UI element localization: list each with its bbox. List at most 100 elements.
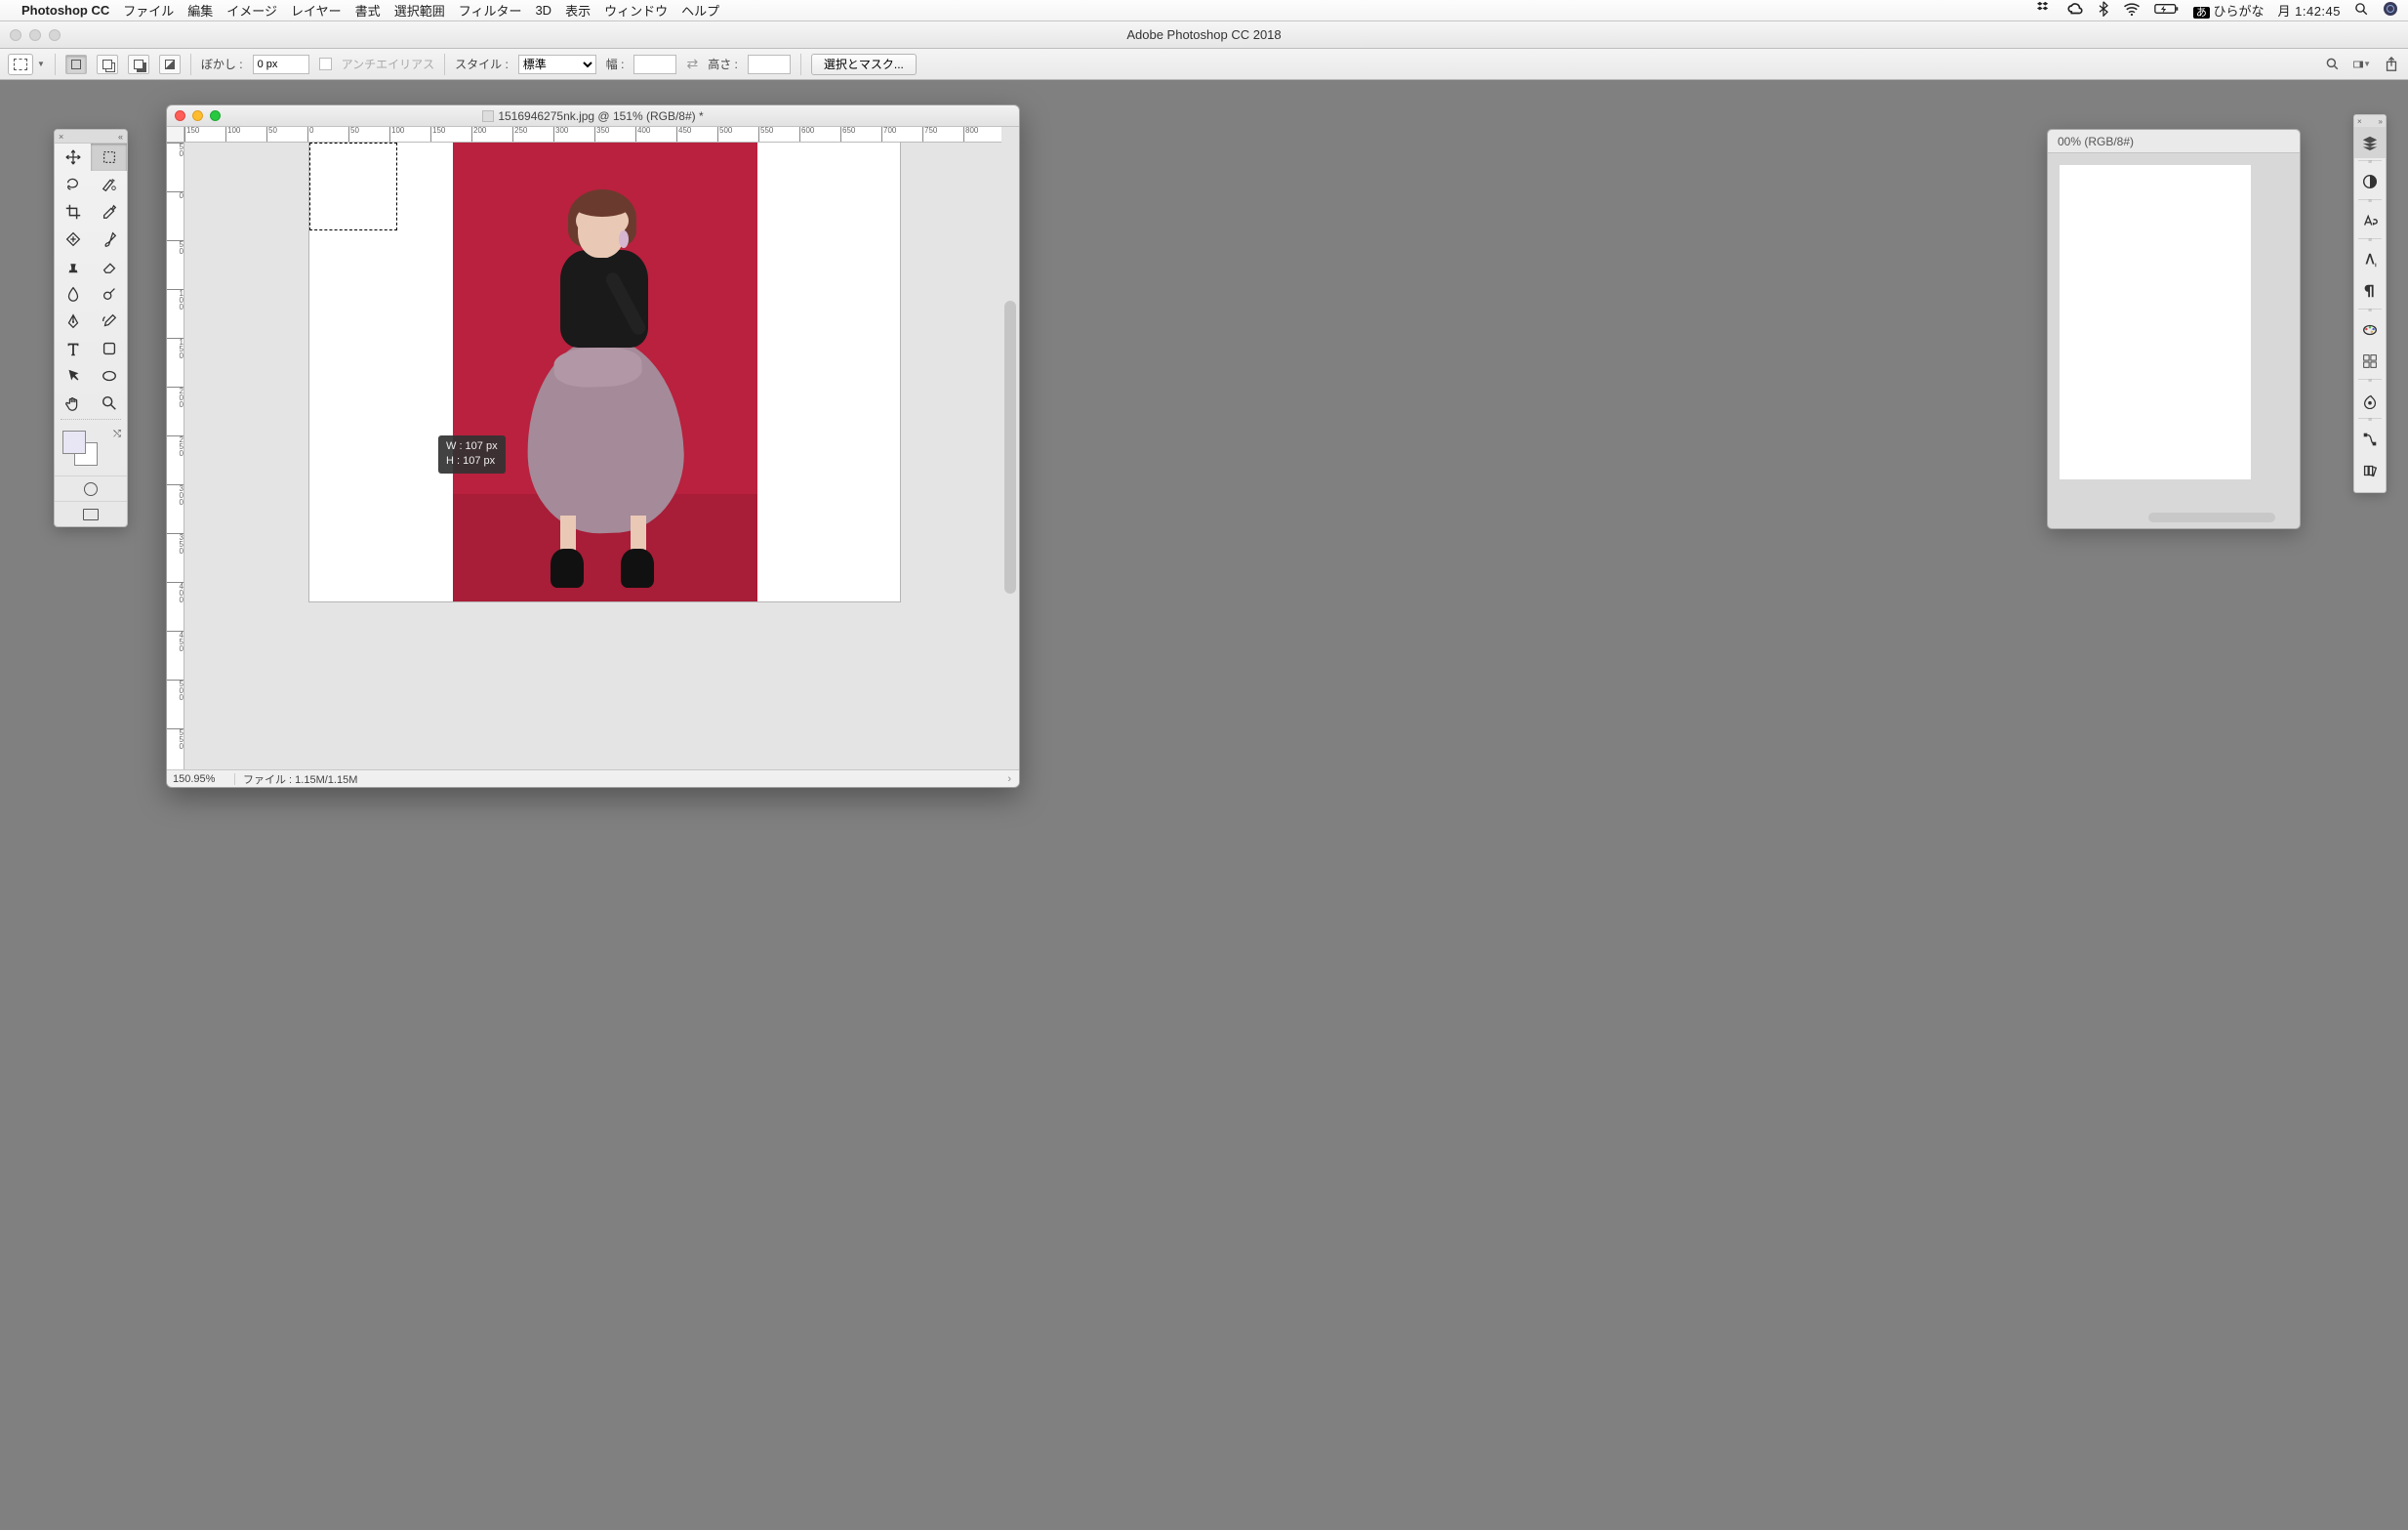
crop-tool[interactable] xyxy=(55,198,91,226)
paragraph-panel-icon[interactable] xyxy=(2354,275,2386,307)
screen-mode-toggle[interactable] xyxy=(55,501,127,526)
hand-tool[interactable] xyxy=(55,390,91,417)
layers-panel-icon[interactable] xyxy=(2354,127,2386,158)
doc-title-text: 1516946275nk.jpg @ 151% (RGB/8#) * xyxy=(498,109,703,123)
canvas[interactable] xyxy=(309,143,900,601)
quick-mask-toggle[interactable] xyxy=(55,476,127,501)
menubar-clock[interactable]: 月 1:42:45 xyxy=(2277,1,2341,20)
app-traffic-lights xyxy=(10,29,61,41)
width-input xyxy=(633,55,676,74)
menu-window[interactable]: ウィンドウ xyxy=(604,1,668,20)
ime-indicator[interactable]: あ ひらがな xyxy=(2193,1,2265,20)
workspace-switcher-icon[interactable]: ▼ xyxy=(2353,56,2371,73)
doc-zoom-icon[interactable] xyxy=(210,110,221,121)
clone-stamp-tool[interactable] xyxy=(55,253,91,280)
history-brush-tool[interactable] xyxy=(91,308,127,335)
horizontal-ruler[interactable]: 1501005005010015020025030035040045050055… xyxy=(184,127,1001,143)
menu-layer[interactable]: レイヤー xyxy=(291,1,342,20)
paths-panel-icon[interactable] xyxy=(2354,424,2386,455)
dropbox-icon[interactable] xyxy=(2037,1,2053,20)
foreground-color-swatch[interactable] xyxy=(62,431,86,454)
creative-cloud-icon[interactable] xyxy=(2066,0,2084,21)
ellipse-tool[interactable] xyxy=(91,362,127,390)
ruler-origin[interactable] xyxy=(167,127,184,143)
brush-tool[interactable] xyxy=(91,226,127,253)
doc-titlebar[interactable]: 1516946275nk.jpg @ 151% (RGB/8#) * xyxy=(167,105,1019,127)
path-select-tool[interactable] xyxy=(55,362,91,390)
spotlight-icon[interactable] xyxy=(2354,2,2369,20)
pen-tool[interactable] xyxy=(55,308,91,335)
marquee-tool[interactable] xyxy=(91,144,127,171)
selection-add-button[interactable] xyxy=(97,55,118,74)
wifi-icon[interactable] xyxy=(2123,2,2141,19)
doc-scrollbar-v[interactable] xyxy=(1004,301,1016,594)
feather-input[interactable] xyxy=(253,55,309,74)
glyphs-panel-icon[interactable] xyxy=(2354,205,2386,236)
character-panel-icon[interactable] xyxy=(2354,244,2386,275)
strip-close-icon[interactable]: × xyxy=(2357,117,2362,126)
share-icon[interactable] xyxy=(2383,56,2400,73)
selection-subtract-button[interactable] xyxy=(128,55,149,74)
tools-close-icon[interactable]: × xyxy=(59,132,63,142)
tools-collapse-icon[interactable]: « xyxy=(118,132,123,142)
battery-icon[interactable] xyxy=(2154,2,2180,19)
eraser-tool[interactable] xyxy=(91,253,127,280)
background-document-window[interactable]: 00% (RGB/8#) xyxy=(2047,129,2301,529)
strip-expand-icon[interactable]: » xyxy=(2379,117,2383,126)
selection-intersect-button[interactable] xyxy=(159,55,181,74)
doc2-scrollbar-h[interactable] xyxy=(2148,513,2275,522)
doc-close-icon[interactable] xyxy=(175,110,185,121)
menu-file[interactable]: ファイル xyxy=(123,1,174,20)
tool-preset-picker[interactable] xyxy=(8,54,33,75)
menu-3d[interactable]: 3D xyxy=(535,3,551,18)
search-icon[interactable] xyxy=(2324,56,2342,73)
style-select[interactable]: 標準 xyxy=(518,55,596,74)
swatches-panel-icon[interactable] xyxy=(2354,314,2386,346)
dodge-tool[interactable] xyxy=(91,280,127,308)
bluetooth-icon[interactable] xyxy=(2098,1,2109,20)
menu-view[interactable]: 表示 xyxy=(565,1,591,20)
status-zoom[interactable]: 150.95% xyxy=(167,773,235,785)
workspace: 00% (RGB/8#) × « xyxy=(0,80,2408,1530)
doc-minimize-icon[interactable] xyxy=(192,110,203,121)
adjustments-panel-icon[interactable] xyxy=(2354,166,2386,197)
status-menu-icon[interactable]: › xyxy=(1000,773,1019,785)
status-file-info[interactable]: ファイル : 1.15M/1.15M xyxy=(235,771,1000,787)
move-tool[interactable] xyxy=(55,144,91,171)
width-label: 幅 : xyxy=(606,56,625,72)
spot-heal-tool[interactable] xyxy=(55,226,91,253)
menu-edit[interactable]: 編集 xyxy=(187,1,213,20)
marquee-selection[interactable] xyxy=(309,143,397,230)
select-and-mask-button[interactable]: 選択とマスク... xyxy=(811,54,917,75)
siri-icon[interactable] xyxy=(2383,1,2398,20)
selection-new-button[interactable] xyxy=(65,55,87,74)
menu-type[interactable]: 書式 xyxy=(355,1,381,20)
quick-select-tool[interactable] xyxy=(91,171,127,198)
minimize-dot-icon[interactable] xyxy=(29,29,41,41)
color-swatches[interactable]: ⤭ xyxy=(55,425,127,476)
menu-filter[interactable]: フィルター xyxy=(459,1,522,20)
type-tool[interactable] xyxy=(55,335,91,362)
height-label: 高さ : xyxy=(708,56,738,72)
app-name[interactable]: Photoshop CC xyxy=(21,3,109,18)
properties-panel-icon[interactable] xyxy=(2354,346,2386,377)
zoom-tool[interactable] xyxy=(91,390,127,417)
document-window: 1516946275nk.jpg @ 151% (RGB/8#) * 15010… xyxy=(166,104,1020,788)
menu-help[interactable]: ヘルプ xyxy=(681,1,719,20)
libraries-panel-icon[interactable] xyxy=(2354,455,2386,486)
blur-tool[interactable] xyxy=(55,280,91,308)
lasso-tool[interactable] xyxy=(55,171,91,198)
shape-tool[interactable] xyxy=(91,335,127,362)
menu-select[interactable]: 選択範囲 xyxy=(394,1,445,20)
close-dot-icon[interactable] xyxy=(10,29,21,41)
menu-image[interactable]: イメージ xyxy=(226,1,277,20)
app-titlebar: Adobe Photoshop CC 2018 xyxy=(0,21,2408,49)
zoom-dot-icon[interactable] xyxy=(49,29,61,41)
swap-colors-icon[interactable]: ⤭ xyxy=(113,429,121,439)
doc2-tab[interactable]: 00% (RGB/8#) xyxy=(2048,130,2300,153)
color-panel-icon[interactable] xyxy=(2354,385,2386,416)
eyedropper-tool[interactable] xyxy=(91,198,127,226)
canvas-viewport[interactable]: W : 107 px H : 107 px xyxy=(184,143,1001,769)
vertical-ruler[interactable]: 50050100150200250300350400450500550600 xyxy=(167,143,184,769)
image-content xyxy=(453,143,757,601)
